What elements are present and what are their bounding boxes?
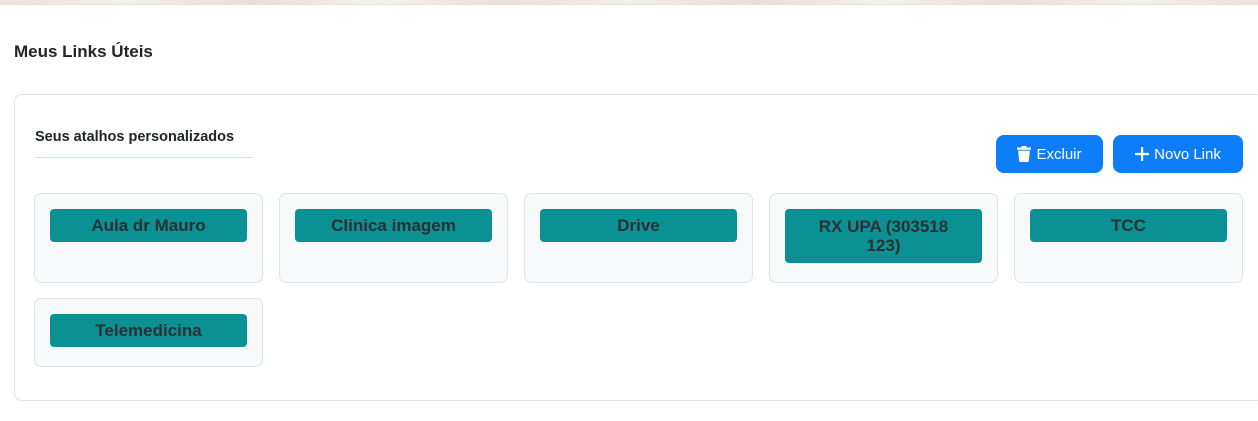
link-button-tcc[interactable]: TCC — [1030, 209, 1227, 242]
delete-button-label: Excluir — [1036, 145, 1082, 163]
trash-icon — [1017, 146, 1032, 162]
links-panel: Seus atalhos personalizados Excluir Novo… — [14, 94, 1258, 401]
plus-icon — [1135, 147, 1150, 161]
link-tile: Drive — [524, 193, 753, 283]
subtitle-divider — [35, 157, 253, 158]
delete-button[interactable]: Excluir — [996, 135, 1103, 173]
link-button-aula-dr-mauro[interactable]: Aula dr Mauro — [50, 209, 247, 242]
link-tile: TCC — [1014, 193, 1243, 283]
link-button-drive[interactable]: Drive — [540, 209, 737, 242]
link-tile: Clinica imagem — [279, 193, 508, 283]
page-title: Meus Links Úteis — [14, 42, 153, 61]
link-tile: Telemedicina — [34, 298, 263, 367]
link-button-clinica-imagem[interactable]: Clinica imagem — [295, 209, 492, 242]
link-tile: RX UPA (303518 123) — [769, 193, 998, 283]
panel-subtitle: Seus atalhos personalizados — [35, 129, 235, 145]
page: Meus Links Úteis Seus atalhos personaliz… — [0, 0, 1258, 421]
new-link-button[interactable]: Novo Link — [1113, 135, 1243, 173]
link-button-rx-upa[interactable]: RX UPA (303518 123) — [785, 209, 982, 263]
link-tile: Aula dr Mauro — [34, 193, 263, 283]
link-button-telemedicina[interactable]: Telemedicina — [50, 314, 247, 347]
background-strip — [0, 0, 1258, 5]
new-link-button-label: Novo Link — [1154, 145, 1221, 163]
